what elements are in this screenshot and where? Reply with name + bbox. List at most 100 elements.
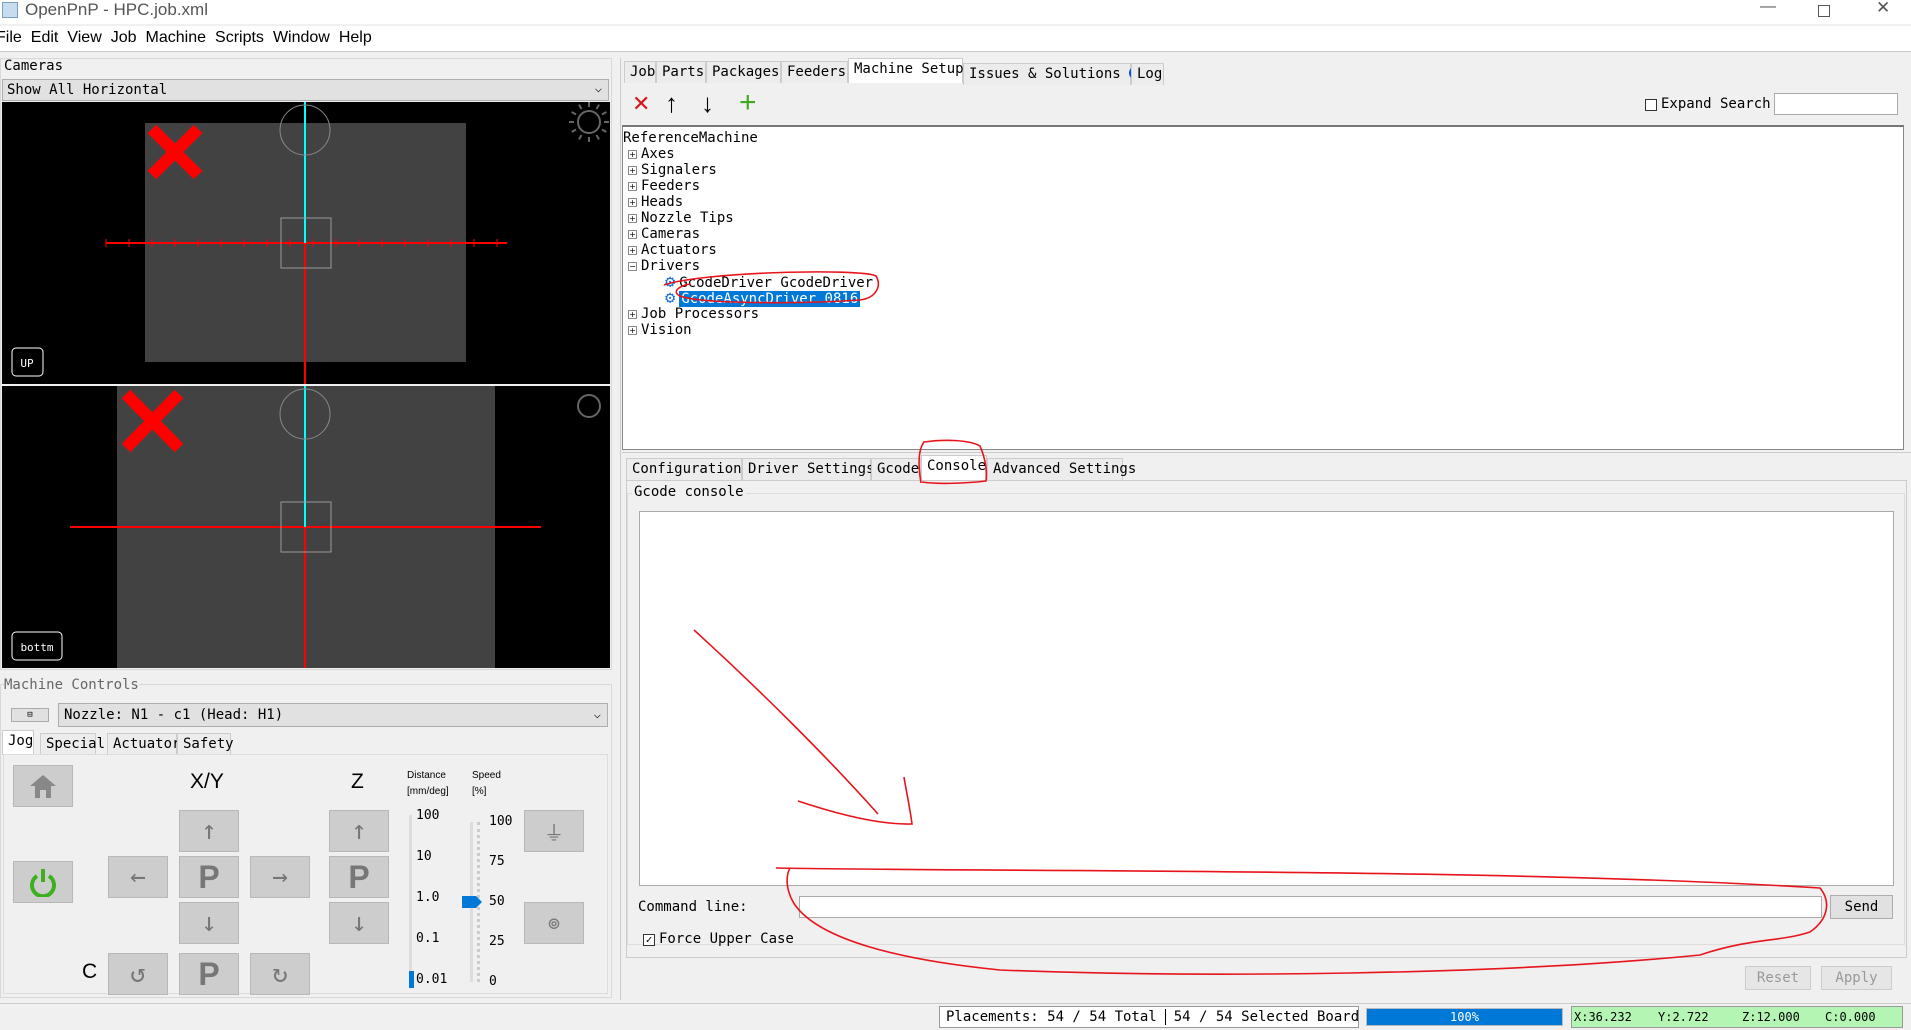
camera-view-select[interactable]: Show All Horizontal ⌵ (2, 79, 609, 101)
rotate-cw-button[interactable]: ↻ (250, 953, 310, 995)
menu-view[interactable]: View (67, 29, 101, 46)
tree-item[interactable]: + Cameras (623, 226, 1903, 242)
tab-actuators[interactable]: Actuators (107, 733, 189, 755)
expand-icon[interactable]: + (628, 182, 637, 191)
move-up-icon[interactable]: ↑ (665, 88, 678, 119)
home-icon (30, 775, 56, 798)
rotate-ccw-button[interactable]: ↺ (108, 953, 168, 995)
menu-help[interactable]: Help (339, 29, 372, 46)
console-output[interactable] (639, 511, 1894, 886)
machine-controls-label: Machine Controls (4, 677, 139, 693)
close-icon[interactable]: ✕ (1876, 0, 1890, 18)
tree-item[interactable]: + Vision (623, 322, 1903, 338)
distance-slider[interactable] (409, 815, 412, 985)
park-xy-button[interactable]: P (179, 856, 239, 898)
tree-item[interactable]: + Job Processors (623, 306, 1903, 322)
park-z-button[interactable]: P (329, 856, 389, 898)
tab-packages[interactable]: Packages (706, 61, 781, 83)
jog-z-down-button[interactable]: ↓ (329, 902, 389, 944)
menu-file[interactable]: File (0, 29, 22, 46)
distance-slider-thumb[interactable] (409, 971, 414, 988)
tab-driver-settings[interactable]: Driver Settings (742, 458, 874, 480)
collapse-button[interactable]: ⊟ (11, 708, 49, 722)
menu-edit[interactable]: Edit (31, 29, 59, 46)
menu-window[interactable]: Window (273, 29, 330, 46)
tab-special[interactable]: Special (40, 733, 105, 755)
jog-x-left-button[interactable]: ← (108, 856, 168, 898)
camera-capture-button[interactable]: ⊚ (524, 902, 584, 944)
jog-x-right-button[interactable]: → (250, 856, 310, 898)
c-label: C (82, 960, 98, 983)
nozzle-pick-button[interactable]: ⏚ (524, 810, 584, 852)
expand-icon[interactable]: + (628, 150, 637, 159)
jog-y-down-button[interactable]: ↓ (179, 902, 239, 944)
maximize-icon[interactable] (1818, 5, 1830, 17)
tree-item-driver[interactable]: ⚙ GcodeAsyncDriver 0816 (623, 290, 1903, 307)
tree-root[interactable]: ReferenceMachine (623, 130, 1903, 146)
menu-machine[interactable]: Machine (146, 29, 206, 46)
tab-console[interactable]: Console (921, 455, 987, 480)
tab-machine-setup[interactable]: Machine Setup (848, 58, 964, 83)
camera-view-bottom[interactable]: bottm (2, 386, 610, 668)
nozzle-value: Nozzle: N1 - c1 (Head: H1) (64, 707, 284, 723)
expand-icon[interactable]: + (628, 310, 637, 319)
tree-item[interactable]: + Actuators (623, 242, 1903, 258)
park-z-label: P (348, 858, 370, 895)
tab-configuration[interactable]: Configuration (626, 458, 742, 480)
y-coordinate: Y:2.722 (1658, 1010, 1709, 1024)
expand-icon[interactable]: + (628, 326, 637, 335)
delete-icon[interactable]: ✕ (632, 91, 650, 117)
minimize-icon[interactable]: — (1760, 0, 1776, 16)
console-panel: Gcode console Command line: Send ✓ Force… (626, 480, 1907, 958)
search-input[interactable] (1774, 93, 1898, 115)
distance-label: Distance (407, 770, 446, 781)
expand-icon[interactable]: + (628, 246, 637, 255)
tab-safety[interactable]: Safety (177, 733, 234, 755)
apply-button[interactable]: Apply (1821, 966, 1892, 990)
park-c-button[interactable]: P (179, 953, 239, 995)
command-line-label: Command line: (638, 899, 748, 915)
title-bar: OpenPnP - HPC.job.xml — ✕ (0, 0, 1911, 24)
progress-bar: 100% (1366, 1008, 1563, 1026)
force-upper-case-checkbox[interactable]: ✓ (643, 934, 655, 946)
tab-parts[interactable]: Parts (656, 61, 706, 83)
c-coordinate: C:0.000 (1825, 1010, 1876, 1024)
tab-log[interactable]: Log (1131, 63, 1164, 85)
tree-item[interactable]: − Drivers (623, 258, 1903, 274)
park-c-label: P (198, 955, 220, 992)
tab-advanced-settings[interactable]: Advanced Settings (987, 458, 1136, 480)
tree-item[interactable]: + Signalers (623, 162, 1903, 178)
tree-item[interactable]: + Feeders (623, 178, 1903, 194)
tree-item-driver[interactable]: ⚙ GcodeDriver GcodeDriver (623, 274, 1903, 292)
tree-item[interactable]: + Axes (623, 146, 1903, 162)
expand-icon[interactable]: + (628, 214, 637, 223)
tab-jog[interactable]: Jog (2, 730, 34, 755)
command-line-input[interactable] (799, 896, 1822, 918)
tab-job[interactable]: Job (624, 61, 656, 83)
tree-item[interactable]: + Heads (623, 194, 1903, 210)
expand-search-checkbox[interactable] (1645, 99, 1657, 111)
power-button[interactable] (13, 861, 73, 903)
chevron-down-icon: ⌵ (593, 707, 601, 721)
camera-view-up[interactable]: UP (2, 102, 610, 384)
reset-button[interactable]: Reset (1745, 966, 1811, 990)
menu-scripts[interactable]: Scripts (215, 29, 264, 46)
z-coordinate: Z:12.000 (1742, 1010, 1800, 1024)
jog-y-up-button[interactable]: ↑ (179, 810, 239, 852)
collapse-icon[interactable]: − (628, 262, 637, 271)
tab-feeders[interactable]: Feeders (781, 61, 848, 83)
tab-issues-solutions[interactable]: Issues & Solutions (963, 63, 1140, 85)
move-down-icon[interactable]: ↓ (701, 88, 714, 119)
home-button[interactable] (13, 765, 73, 807)
expand-icon[interactable]: + (628, 166, 637, 175)
add-icon[interactable]: + (739, 86, 757, 120)
expand-icon[interactable]: + (628, 198, 637, 207)
nozzle-select[interactable]: Nozzle: N1 - c1 (Head: H1) ⌵ (58, 703, 608, 727)
send-button[interactable]: Send (1830, 895, 1893, 919)
expand-icon[interactable]: + (628, 230, 637, 239)
tree-item[interactable]: + Nozzle Tips (623, 210, 1903, 226)
jog-z-up-button[interactable]: ↑ (329, 810, 389, 852)
menu-job[interactable]: Job (111, 29, 137, 46)
arrow-up-icon: ↑ (351, 816, 367, 846)
tab-gcode[interactable]: Gcode (871, 458, 921, 480)
